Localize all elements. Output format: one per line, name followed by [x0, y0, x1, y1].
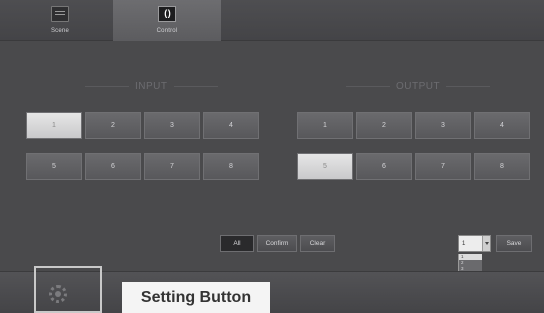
input-button-7[interactable]: 7	[144, 153, 200, 180]
output-button-7[interactable]: 7	[415, 153, 471, 180]
input-heading: INPUT	[79, 81, 224, 92]
confirm-button[interactable]: Confirm	[257, 235, 297, 252]
tab-scene[interactable]: Scene	[10, 0, 110, 41]
input-button-2[interactable]: 2	[85, 112, 141, 139]
control-icon	[158, 6, 176, 22]
input-button-6[interactable]: 6	[85, 153, 141, 180]
output-heading: OUTPUT	[340, 81, 496, 92]
tab-control[interactable]: Control	[113, 0, 221, 41]
output-button-8[interactable]: 8	[474, 153, 530, 180]
folder-icon	[51, 6, 69, 22]
top-tab-bar: Scene Control	[0, 0, 544, 41]
output-button-4[interactable]: 4	[474, 112, 530, 139]
clear-button[interactable]: Clear	[300, 235, 335, 252]
input-button-1[interactable]: 1	[26, 112, 82, 139]
chevron-down-icon[interactable]	[482, 236, 490, 251]
setting-button-callout: Setting Button	[122, 282, 270, 313]
scene-select-value: 1	[462, 240, 466, 247]
input-button-5[interactable]: 5	[26, 153, 82, 180]
tab-control-label: Control	[156, 28, 178, 34]
input-button-4[interactable]: 4	[203, 112, 259, 139]
output-button-6[interactable]: 6	[356, 153, 412, 180]
input-button-8[interactable]: 8	[203, 153, 259, 180]
output-button-3[interactable]: 3	[415, 112, 471, 139]
output-button-5[interactable]: 5	[297, 153, 353, 180]
output-button-2[interactable]: 2	[356, 112, 412, 139]
output-button-1[interactable]: 1	[297, 112, 353, 139]
save-button[interactable]: Save	[496, 235, 532, 252]
scene-select[interactable]: 1	[458, 235, 491, 252]
tab-scene-label: Scene	[50, 28, 69, 34]
all-button[interactable]: All	[220, 235, 254, 252]
gear-icon[interactable]	[49, 285, 67, 303]
setting-button-highlight	[34, 266, 102, 313]
input-button-3[interactable]: 3	[144, 112, 200, 139]
